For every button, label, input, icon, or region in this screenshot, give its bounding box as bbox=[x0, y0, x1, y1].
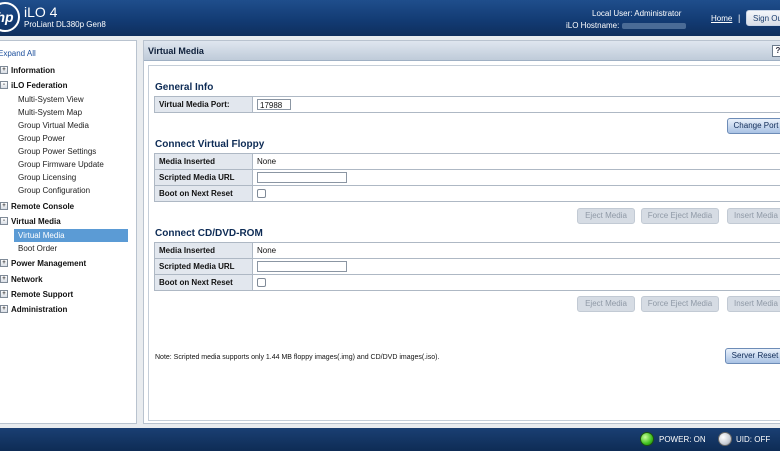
hp-logo: hp bbox=[0, 2, 20, 32]
power-status-icon[interactable] bbox=[640, 432, 654, 446]
media-inserted-value: None bbox=[252, 153, 780, 170]
change-port-button[interactable]: Change Port bbox=[727, 118, 780, 134]
port-label: Virtual Media Port: bbox=[154, 96, 253, 113]
collapse-icon[interactable]: - bbox=[0, 217, 8, 225]
table-row: Boot on Next Reset bbox=[154, 185, 780, 202]
scripted-url-label: Scripted Media URL bbox=[154, 258, 253, 275]
boot-next-reset-label: Boot on Next Reset bbox=[154, 274, 253, 291]
floppy-eject-button[interactable]: Eject Media bbox=[577, 208, 635, 224]
floppy-scripted-url-input[interactable] bbox=[257, 172, 347, 183]
header-separator: | bbox=[738, 13, 741, 23]
expand-icon[interactable]: + bbox=[0, 66, 8, 74]
virtual-media-form: General Info Virtual Media Port: 17988 C… bbox=[148, 65, 780, 421]
floppy-table: Media Inserted None Scripted Media URL B… bbox=[154, 153, 780, 202]
status-footer: POWER: ON UID: OFF bbox=[0, 428, 780, 451]
local-user-label: Local User: bbox=[592, 9, 633, 18]
expand-icon[interactable]: + bbox=[0, 202, 8, 210]
table-row: Media Inserted None bbox=[154, 153, 780, 170]
floppy-heading: Connect Virtual Floppy bbox=[155, 139, 265, 150]
nav-item-group-firmware-update[interactable]: Group Firmware Update bbox=[18, 160, 104, 169]
table-row: Scripted Media URL bbox=[154, 169, 780, 186]
scripted-media-note: Note: Scripted media supports only 1.44 … bbox=[155, 354, 440, 361]
page-title: Virtual Media bbox=[148, 46, 204, 56]
hostname-redacted bbox=[621, 22, 686, 29]
ilo-hostname: iLO Hostname: bbox=[566, 21, 686, 30]
power-status-label: POWER: ON bbox=[659, 435, 706, 444]
server-reset-button[interactable]: Server Reset bbox=[725, 348, 780, 364]
table-row: Media Inserted None bbox=[154, 242, 780, 259]
nav-item-multi-system-map[interactable]: Multi-System Map bbox=[18, 108, 82, 117]
home-link[interactable]: Home bbox=[711, 14, 732, 23]
floppy-boot-checkbox[interactable] bbox=[257, 189, 266, 199]
table-row: Boot on Next Reset bbox=[154, 274, 780, 291]
expand-icon[interactable]: + bbox=[0, 305, 8, 313]
cddvd-insert-button[interactable]: Insert Media bbox=[727, 296, 780, 312]
nav-item-group-licensing[interactable]: Group Licensing bbox=[18, 173, 76, 182]
cddvd-table: Media Inserted None Scripted Media URL B… bbox=[154, 242, 780, 291]
nav-item-virtual-media[interactable]: Virtual Media bbox=[18, 231, 65, 240]
table-row: Scripted Media URL bbox=[154, 258, 780, 275]
floppy-force-eject-button[interactable]: Force Eject Media bbox=[641, 208, 719, 224]
uid-status-label: UID: OFF bbox=[736, 435, 771, 444]
nav-item-group-configuration[interactable]: Group Configuration bbox=[18, 186, 90, 195]
media-inserted-value: None bbox=[252, 242, 780, 259]
navigation-sidebar: Expand All + Information - iLO Federatio… bbox=[0, 40, 137, 424]
cddvd-boot-checkbox[interactable] bbox=[257, 278, 266, 288]
help-icon[interactable]: ? bbox=[772, 45, 780, 57]
cddvd-eject-button[interactable]: Eject Media bbox=[577, 296, 635, 312]
media-inserted-label: Media Inserted bbox=[154, 153, 253, 170]
hostname-label: iLO Hostname: bbox=[566, 21, 620, 30]
nav-item-group-power-settings[interactable]: Group Power Settings bbox=[18, 147, 96, 156]
expand-all-link[interactable]: Expand All bbox=[0, 49, 36, 58]
general-info-heading: General Info bbox=[155, 82, 214, 93]
nav-item-group-power[interactable]: Group Power bbox=[18, 134, 65, 143]
expand-icon[interactable]: + bbox=[0, 259, 8, 267]
expand-icon[interactable]: + bbox=[0, 290, 8, 298]
content-panel: Virtual Media ? General Info Virtual Med… bbox=[143, 40, 780, 424]
cddvd-heading: Connect CD/DVD-ROM bbox=[155, 228, 263, 239]
server-model: ProLiant DL380p Gen8 bbox=[24, 20, 106, 29]
scripted-url-label: Scripted Media URL bbox=[154, 169, 253, 186]
general-info-table: Virtual Media Port: 17988 bbox=[154, 96, 780, 113]
media-inserted-label: Media Inserted bbox=[154, 242, 253, 259]
collapse-icon[interactable]: - bbox=[0, 81, 8, 89]
nav-item-boot-order[interactable]: Boot Order bbox=[18, 244, 57, 253]
local-user: Local User: Administrator bbox=[592, 9, 681, 18]
nav-item-group-virtual-media[interactable]: Group Virtual Media bbox=[18, 121, 89, 130]
boot-next-reset-label: Boot on Next Reset bbox=[154, 185, 253, 202]
cddvd-scripted-url-input[interactable] bbox=[257, 261, 347, 272]
cddvd-force-eject-button[interactable]: Force Eject Media bbox=[641, 296, 719, 312]
local-user-value: Administrator bbox=[634, 9, 682, 18]
nav-item-multi-system-view[interactable]: Multi-System View bbox=[18, 95, 84, 104]
uid-status-icon[interactable] bbox=[718, 432, 732, 446]
sign-out-button[interactable]: Sign Out bbox=[746, 10, 780, 26]
expand-icon[interactable]: + bbox=[0, 275, 8, 283]
table-row: Virtual Media Port: 17988 bbox=[154, 96, 780, 113]
floppy-insert-button[interactable]: Insert Media bbox=[727, 208, 780, 224]
top-header: hp iLO 4 ProLiant DL380p Gen8 Local User… bbox=[0, 0, 780, 36]
page-titlebar: Virtual Media ? bbox=[144, 41, 780, 61]
product-name: iLO 4 bbox=[24, 4, 58, 20]
virtual-media-port-input[interactable]: 17988 bbox=[257, 99, 291, 110]
